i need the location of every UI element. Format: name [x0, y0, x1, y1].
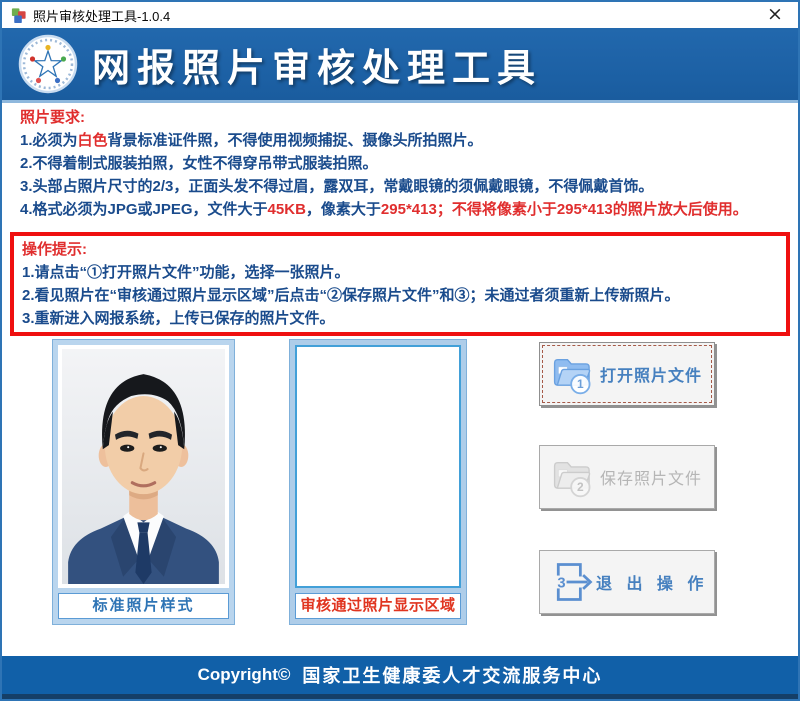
operation-tips-box: 操作提示: 1.请点击“①打开照片文件”功能，选择一张照片。 2.看见照片在“审… — [10, 232, 790, 336]
sample-photo-panel: 标准照片样式 — [52, 339, 235, 625]
approved-photo-display-area — [295, 345, 461, 588]
svg-text:1: 1 — [577, 377, 584, 391]
sample-photo-label: 标准照片样式 — [58, 593, 229, 619]
approved-photo-panel: 审核通过照片显示区域 — [289, 339, 467, 625]
organization-name: 国家卫生健康委人才交流服务中心 — [302, 662, 602, 688]
open-photo-label: 打开照片文件 — [596, 362, 706, 386]
requirement-line-2: 2.不得着制式服装拍照，女性不得穿吊带式服装拍照。 — [20, 152, 790, 175]
copyright-text: Copyright© — [198, 665, 291, 685]
app-icon — [10, 7, 27, 24]
save-photo-button[interactable]: 2 保存照片文件 — [539, 445, 715, 509]
tip-line-3: 3.重新进入网报系统，上传已保存的照片文件。 — [22, 307, 778, 330]
requirement-line-1: 1.必须为白色背景标准证件照，不得使用视频捕捉、摄像头所拍照片。 — [20, 129, 790, 152]
tip-line-1: 1.请点击“①打开照片文件”功能，选择一张照片。 — [22, 261, 778, 284]
requirements-heading: 照片要求: — [20, 106, 790, 129]
window-title: 照片审核处理工具-1.0.4 — [33, 6, 170, 25]
sample-photo — [58, 345, 229, 588]
exit-door-icon: 3 — [550, 560, 596, 604]
save-folder-icon: 2 — [550, 455, 596, 499]
portrait-illustration — [62, 349, 225, 584]
exit-button[interactable]: 3 退 出 操 作 — [539, 550, 715, 614]
close-button[interactable]: × — [758, 3, 792, 27]
save-photo-label: 保存照片文件 — [596, 465, 706, 489]
svg-text:3: 3 — [557, 576, 565, 592]
exit-label: 退 出 操 作 — [596, 570, 708, 594]
photo-requirements: 照片要求: 1.必须为白色背景标准证件照，不得使用视频捕捉、摄像头所拍照片。 2… — [20, 106, 790, 221]
app-title: 网报照片审核处理工具 — [92, 37, 542, 92]
app-banner: 网报照片审核处理工具 — [2, 28, 798, 103]
open-folder-icon: 1 — [550, 352, 596, 396]
app-window: 照片审核处理工具-1.0.4 × 网报照片审核处理工具 照片要求: 1.必须为白… — [0, 0, 800, 701]
open-photo-button[interactable]: 1 打开照片文件 — [539, 342, 715, 406]
org-logo-icon — [18, 34, 78, 94]
footer-bar: Copyright© 国家卫生健康委人才交流服务中心 — [2, 656, 798, 699]
requirement-line-4: 4.格式必须为JPG或JPEG，文件大于45KB，像素大于295*413；不得将… — [20, 198, 790, 221]
requirement-line-3: 3.头部占照片尺寸的2/3，正面头发不得过眉，露双耳，常戴眼镜的须佩戴眼镜，不得… — [20, 175, 790, 198]
tip-line-2: 2.看见照片在“审核通过照片显示区域”后点击“②保存照片文件”和③；未通过者须重… — [22, 284, 778, 307]
approved-photo-label: 审核通过照片显示区域 — [295, 593, 461, 619]
tips-heading: 操作提示: — [22, 238, 778, 261]
svg-text:2: 2 — [577, 480, 584, 494]
title-bar: 照片审核处理工具-1.0.4 × — [2, 2, 798, 28]
